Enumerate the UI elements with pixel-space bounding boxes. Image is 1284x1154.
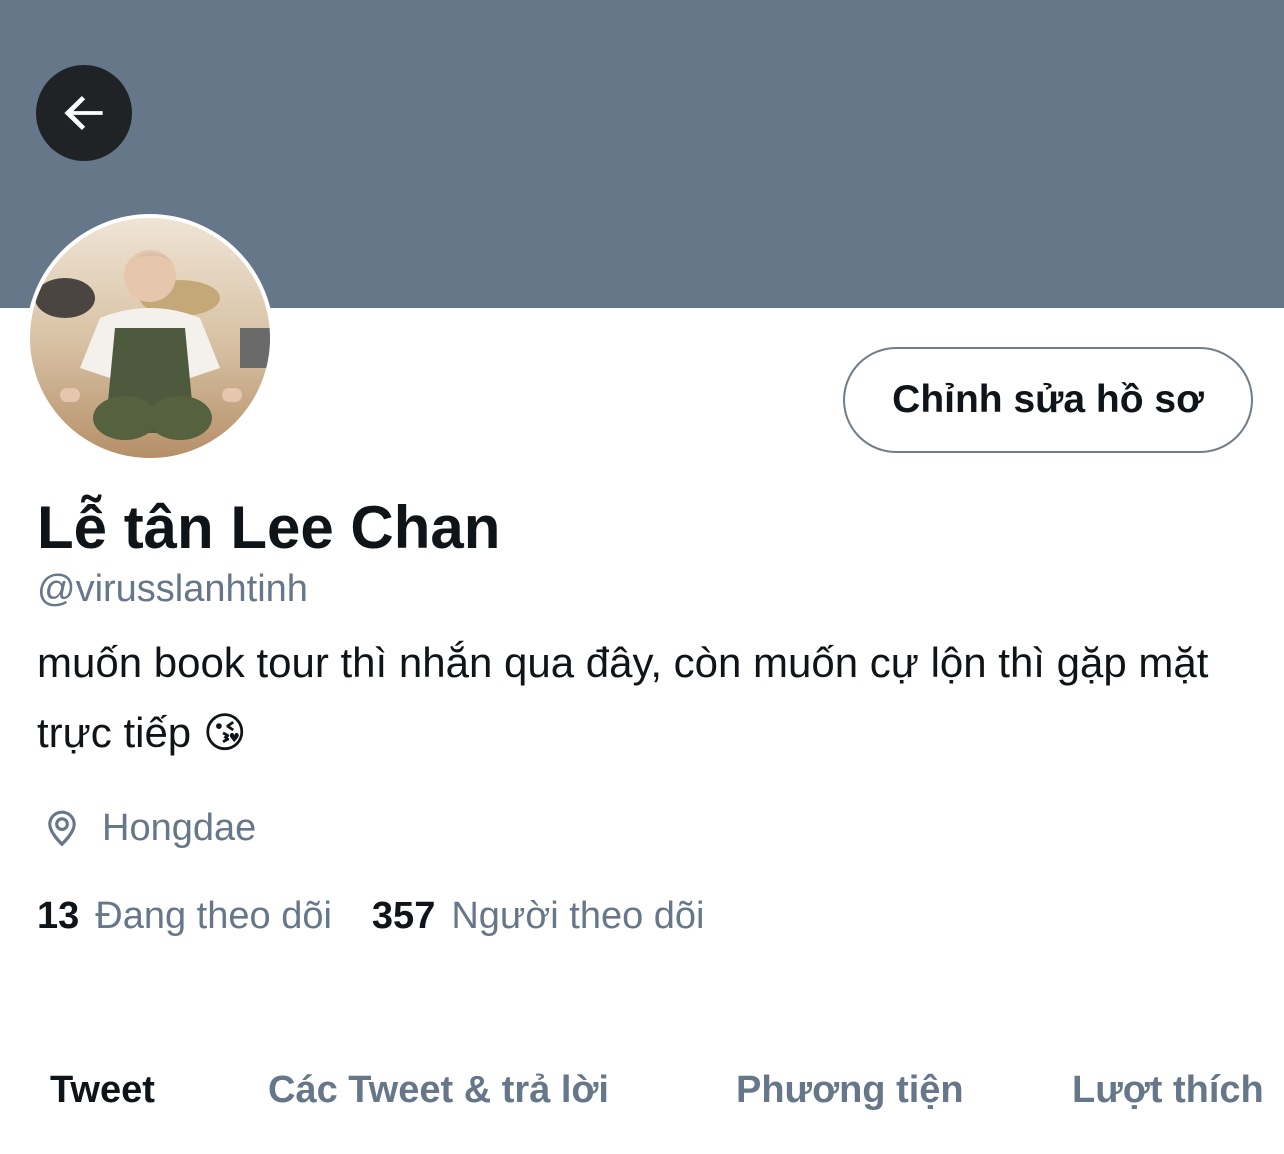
followers-label: Người theo dõi bbox=[451, 895, 705, 937]
followers-link[interactable]: 357 Người theo dõi bbox=[372, 888, 705, 944]
location-text: Hongdae bbox=[102, 806, 257, 849]
follow-stats: 13 Đang theo dõi 357 Người theo dõi bbox=[37, 888, 705, 944]
following-count: 13 bbox=[37, 895, 80, 937]
tab-media[interactable]: Phương tiện bbox=[736, 1058, 964, 1122]
followers-count: 357 bbox=[371, 895, 436, 937]
tab-tweets[interactable]: Tweet bbox=[50, 1058, 155, 1122]
following-link[interactable]: 13 Đang theo dõi bbox=[37, 888, 332, 944]
username-handle: @virusslanhtinh bbox=[37, 568, 308, 610]
profile-tabs: Tweet Các Tweet & trả lời Phương tiện Lư… bbox=[0, 1058, 1284, 1122]
tab-tweets-replies[interactable]: Các Tweet & trả lời bbox=[268, 1058, 609, 1122]
edit-profile-button[interactable]: Chỉnh sửa hồ sơ bbox=[843, 347, 1253, 453]
following-label: Đang theo dõi bbox=[95, 895, 332, 937]
avatar[interactable] bbox=[26, 214, 274, 462]
arrow-left-icon bbox=[64, 95, 103, 131]
avatar-image bbox=[30, 218, 270, 458]
profile-page: Chỉnh sửa hồ sơ Lễ tân Lee Chan @virussl… bbox=[0, 0, 1284, 1154]
location-pin-icon bbox=[48, 810, 76, 847]
location: Hongdae bbox=[40, 800, 256, 856]
tab-likes[interactable]: Lượt thích bbox=[1072, 1058, 1264, 1122]
profile-bio: muốn book tour thì nhắn qua đây, còn muố… bbox=[37, 639, 1209, 756]
back-button[interactable] bbox=[36, 65, 132, 161]
display-name: Lễ tân Lee Chan bbox=[37, 494, 501, 561]
